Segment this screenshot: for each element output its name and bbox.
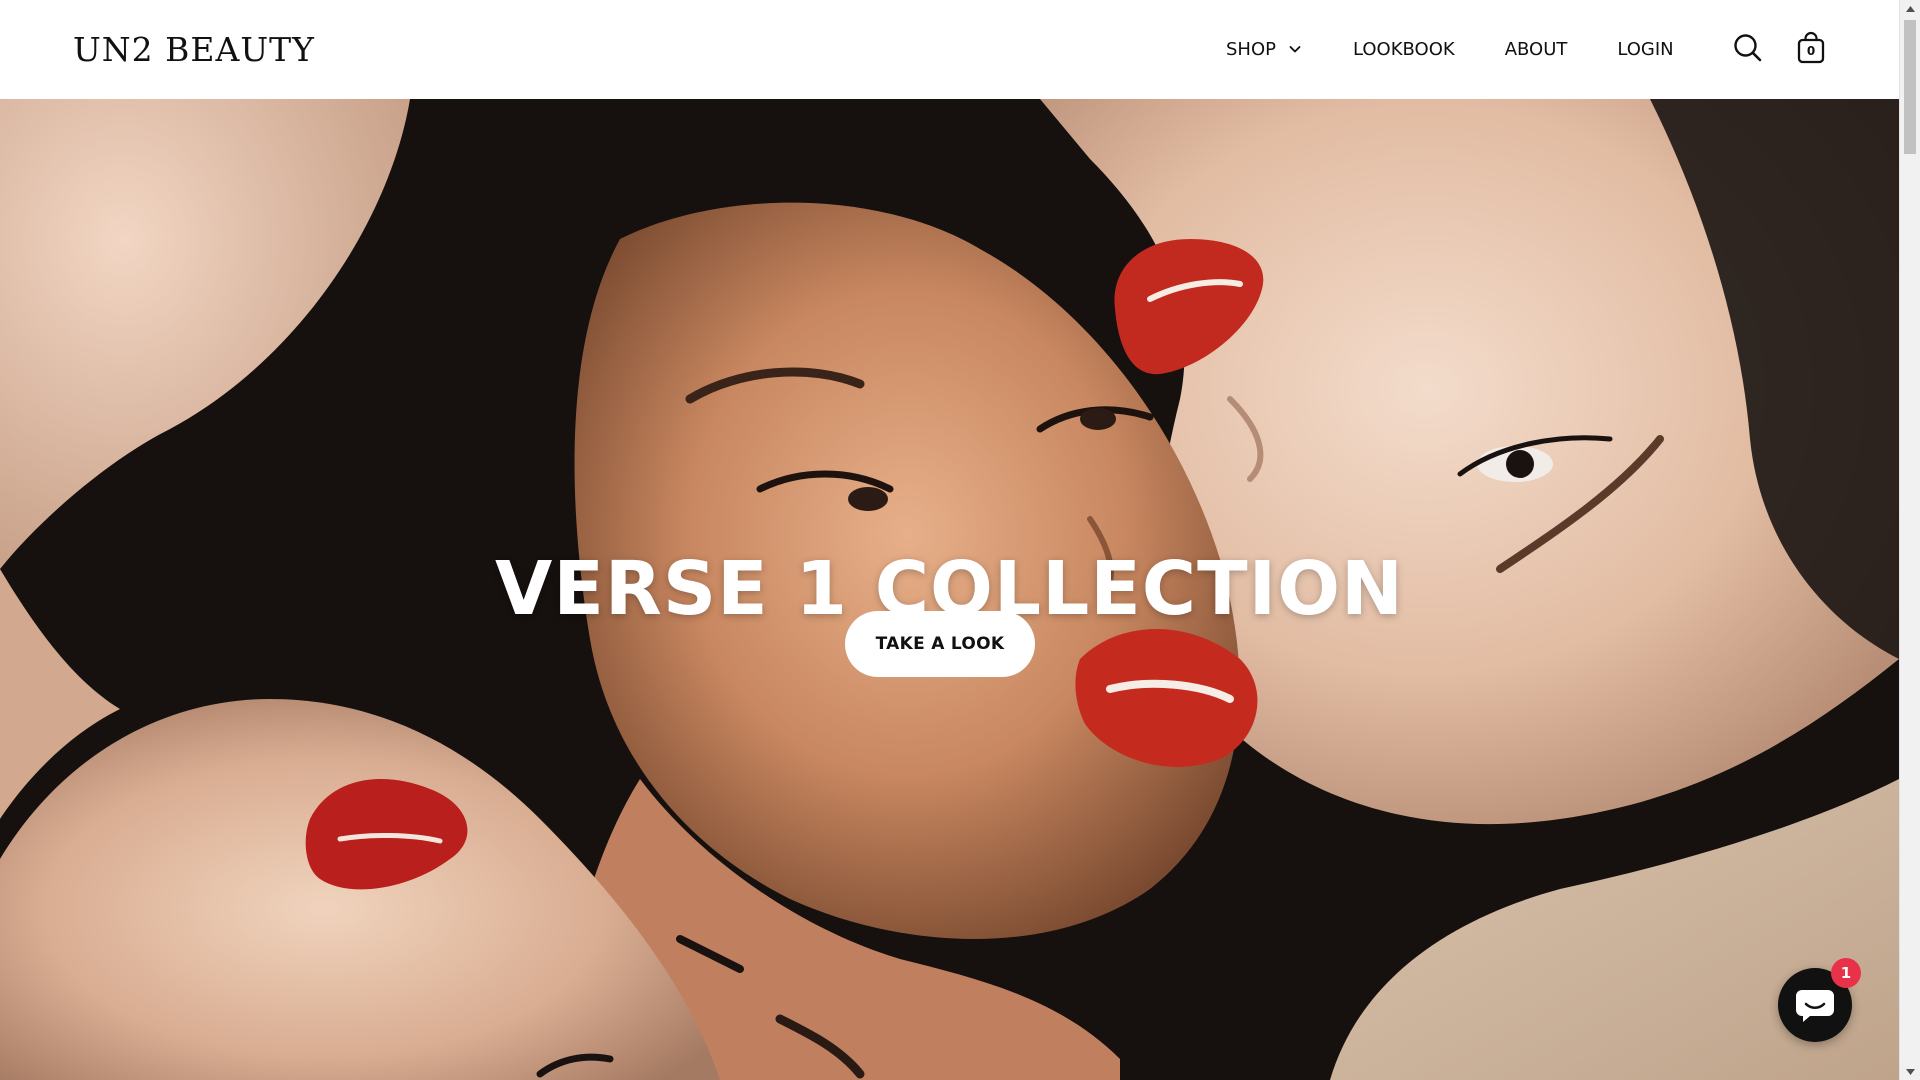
chevron-down-icon: [1289, 46, 1301, 53]
scroll-thumb[interactable]: [1904, 20, 1916, 154]
nav-item-shop[interactable]: SHOP: [1226, 36, 1301, 62]
main-nav: SHOP LOOKBOOK ABOUT LOGIN: [1226, 36, 1674, 62]
site-header: UN2 BEAUTY SHOP LOOKBOOK ABOUT LOGIN 0: [0, 0, 1899, 99]
page-scrollbar[interactable]: [1899, 0, 1920, 1080]
hero-banner: VERSE 1 COLLECTION TAKE A LOOK: [0, 99, 1899, 1080]
search-button[interactable]: [1731, 30, 1765, 66]
nav-item-lookbook[interactable]: LOOKBOOK: [1353, 36, 1455, 62]
brand-logo[interactable]: UN2 BEAUTY: [73, 30, 315, 70]
scroll-up-arrow-icon[interactable]: [1900, 0, 1920, 17]
page: UN2 BEAUTY SHOP LOOKBOOK ABOUT LOGIN 0 V…: [0, 0, 1899, 1080]
take-a-look-button[interactable]: TAKE A LOOK: [845, 611, 1035, 677]
cart-button[interactable]: 0: [1794, 30, 1828, 66]
chat-bubble-icon: [1796, 990, 1834, 1022]
nav-item-lookbook-label: LOOKBOOK: [1352, 38, 1455, 60]
search-icon: [1734, 34, 1762, 62]
scroll-down-arrow-icon[interactable]: [1900, 1063, 1920, 1080]
chat-badge: 1: [1831, 958, 1861, 988]
cart-count: 0: [1806, 44, 1816, 58]
nav-item-about-label: ABOUT: [1504, 38, 1568, 60]
nav-item-about[interactable]: ABOUT: [1505, 36, 1568, 62]
nav-item-login[interactable]: LOGIN: [1617, 36, 1673, 62]
nav-item-login-label: LOGIN: [1617, 38, 1674, 60]
nav-item-shop-label: SHOP: [1226, 38, 1276, 60]
